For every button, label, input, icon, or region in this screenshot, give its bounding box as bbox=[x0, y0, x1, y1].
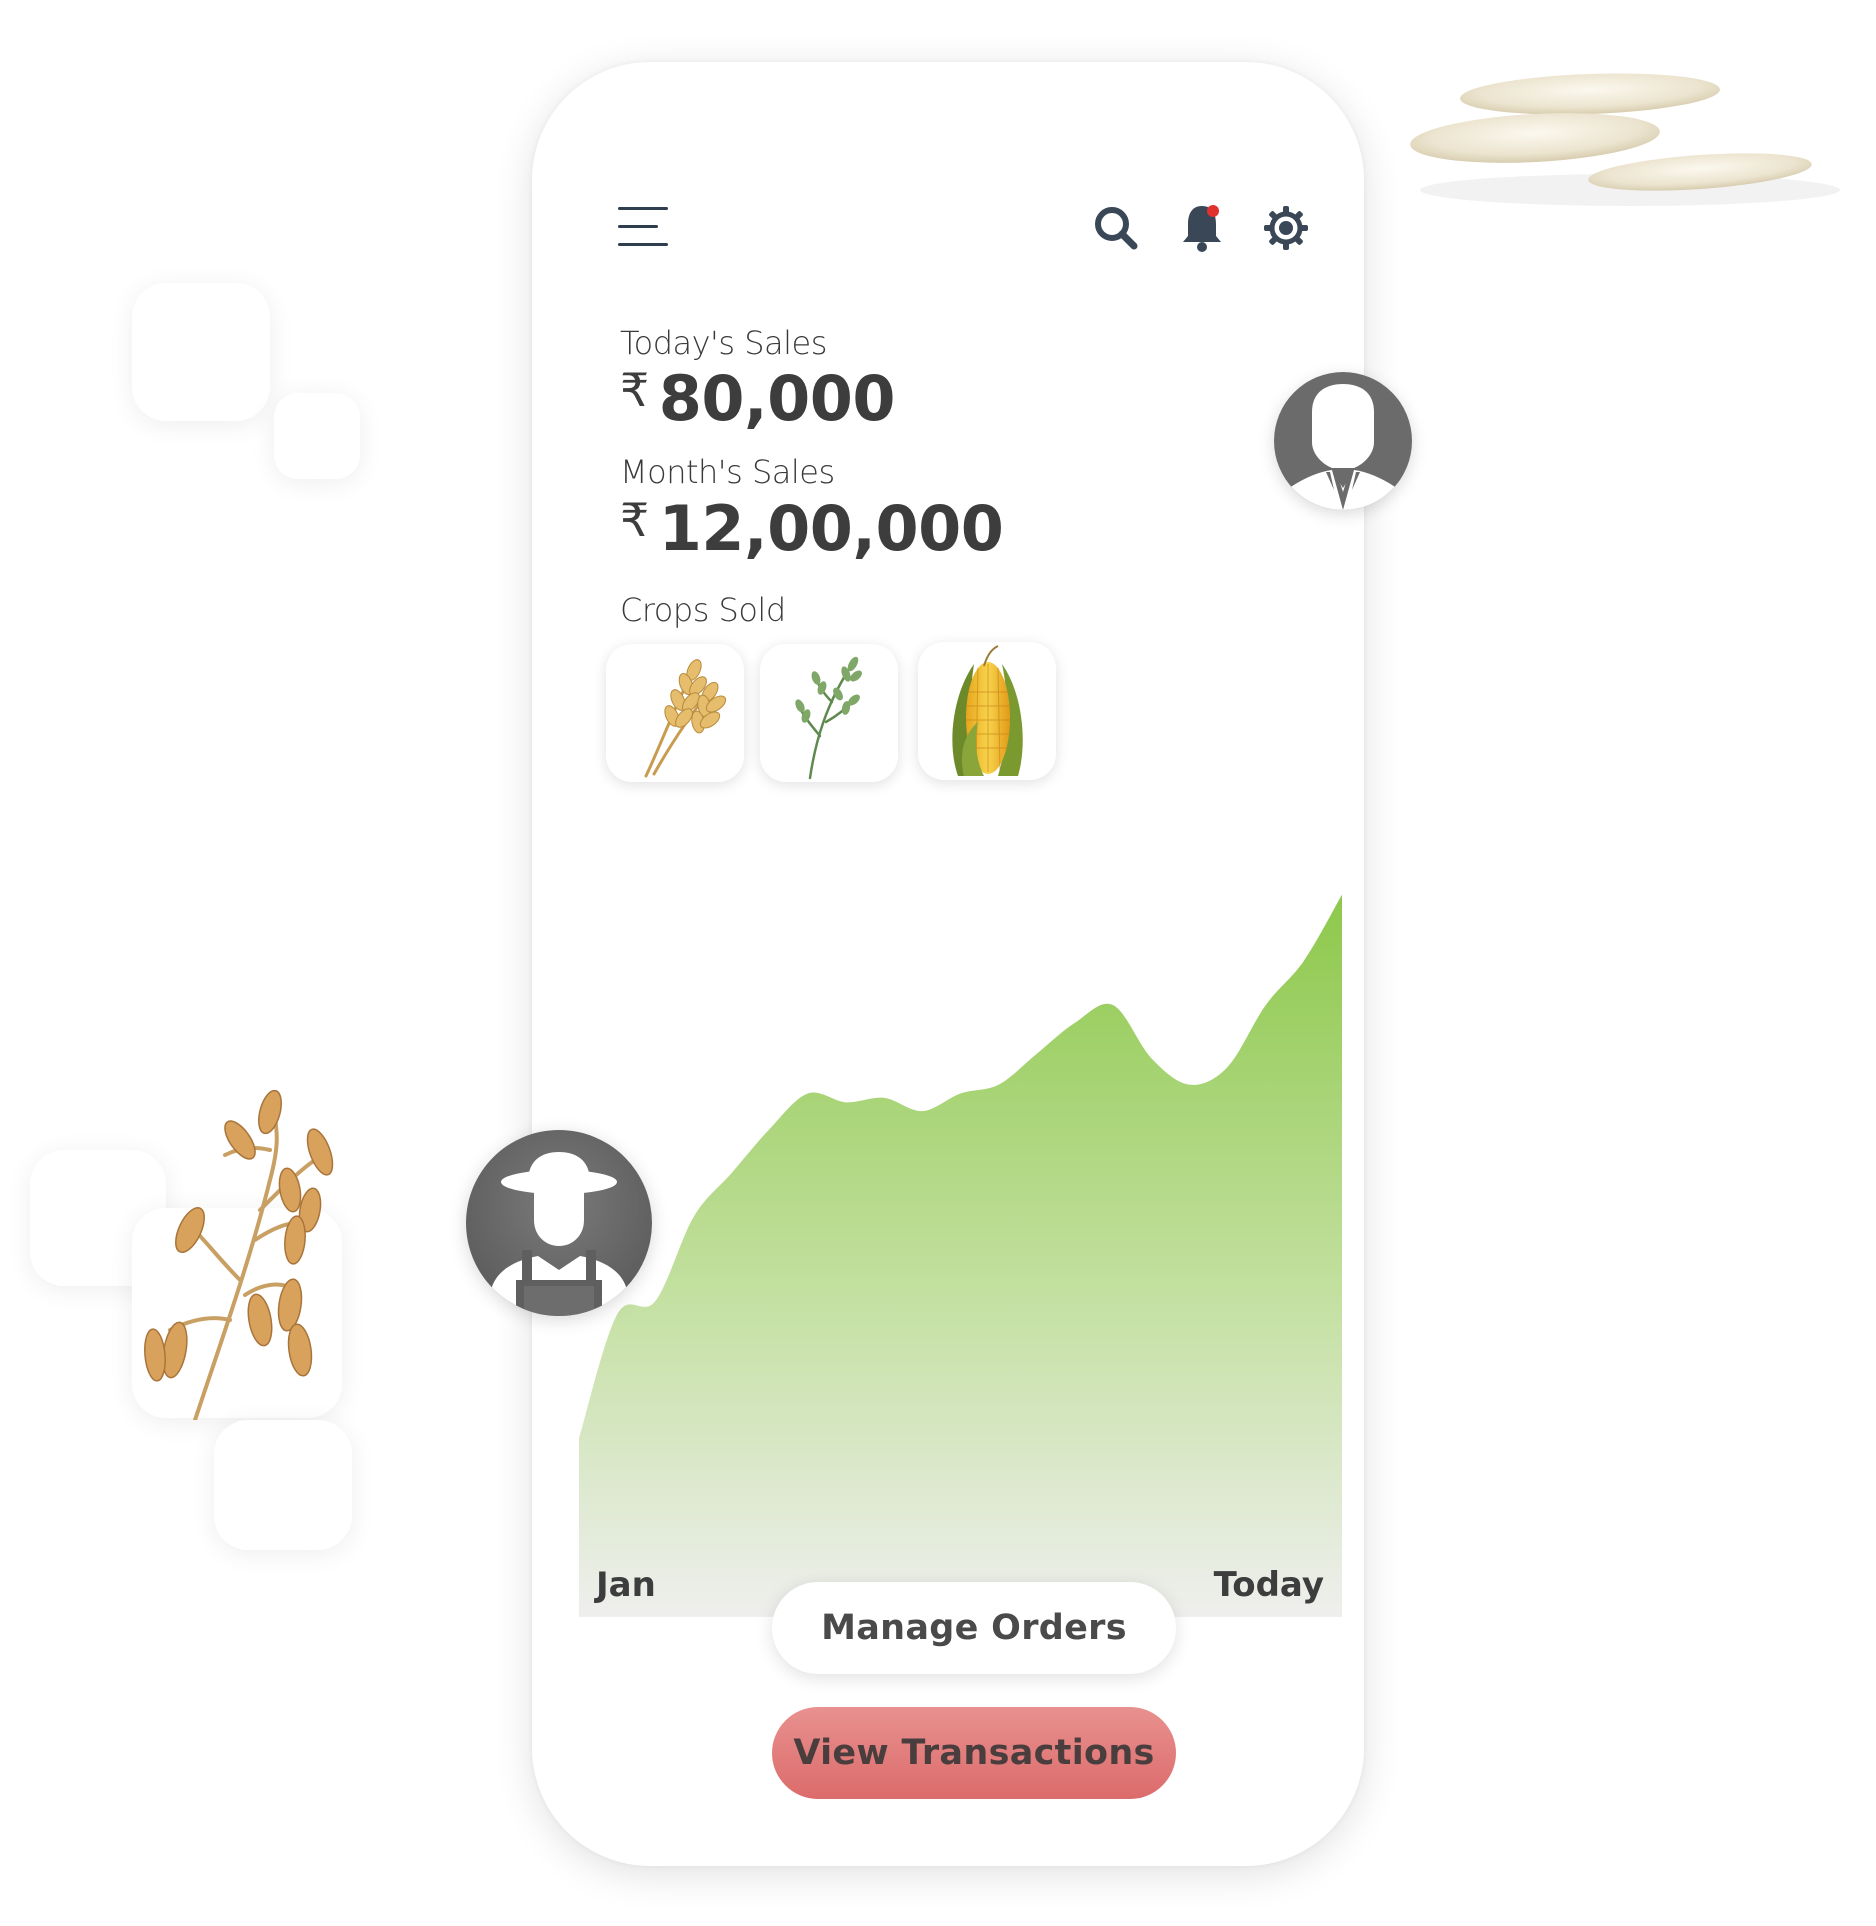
wheat-icon bbox=[644, 659, 727, 778]
chart-x-start-label: Jan bbox=[596, 1565, 656, 1605]
manage-orders-button[interactable]: Manage Orders bbox=[772, 1582, 1176, 1674]
crop-card-millet[interactable] bbox=[760, 644, 898, 782]
phone-screen: Today's Sales ₹80,000 Month's Sales ₹12,… bbox=[532, 62, 1364, 1866]
currency-symbol: ₹ bbox=[620, 493, 649, 547]
crops-sold-label: Crops Sold bbox=[620, 591, 786, 629]
todays-sales-amount: ₹80,000 bbox=[620, 362, 896, 435]
crop-card-wheat[interactable] bbox=[606, 644, 744, 782]
millet-icon bbox=[795, 656, 862, 780]
sales-area-chart-svg bbox=[579, 894, 1342, 1617]
crop-card-corn[interactable] bbox=[918, 642, 1056, 780]
gear-icon bbox=[1264, 206, 1308, 250]
months-sales-amount: ₹12,00,000 bbox=[620, 492, 1004, 565]
currency-symbol: ₹ bbox=[620, 363, 649, 417]
sales-area-chart: Jan Today bbox=[579, 867, 1342, 1617]
businessman-avatar bbox=[1274, 372, 1412, 510]
farmer-avatar-icon bbox=[466, 1130, 652, 1316]
settings-button[interactable] bbox=[1262, 204, 1310, 252]
search-icon bbox=[1095, 207, 1138, 250]
hamburger-menu-button[interactable] bbox=[618, 205, 668, 247]
todays-sales-value: 80,000 bbox=[658, 362, 896, 435]
sales-area-series bbox=[579, 894, 1342, 1617]
businessman-avatar-icon bbox=[1274, 372, 1412, 510]
bell-icon bbox=[1183, 205, 1221, 252]
view-transactions-button[interactable]: View Transactions bbox=[772, 1707, 1176, 1799]
decorative-tile bbox=[132, 283, 270, 421]
farmer-avatar bbox=[466, 1130, 652, 1316]
todays-sales-label: Today's Sales bbox=[620, 324, 827, 362]
menu-line bbox=[618, 207, 668, 210]
search-button[interactable] bbox=[1092, 204, 1140, 252]
oat-plant-illustration bbox=[144, 1090, 334, 1420]
months-sales-value: 12,00,000 bbox=[658, 492, 1004, 565]
corn-icon bbox=[952, 645, 1023, 776]
menu-line bbox=[618, 243, 668, 246]
months-sales-label: Month's Sales bbox=[620, 453, 835, 491]
notifications-button[interactable] bbox=[1178, 202, 1226, 252]
rice-grains-illustration bbox=[1410, 73, 1840, 206]
menu-line bbox=[618, 225, 658, 228]
decorative-tile bbox=[214, 1420, 352, 1550]
decorative-tile bbox=[274, 393, 360, 479]
chart-x-end-label: Today bbox=[1213, 1565, 1324, 1605]
